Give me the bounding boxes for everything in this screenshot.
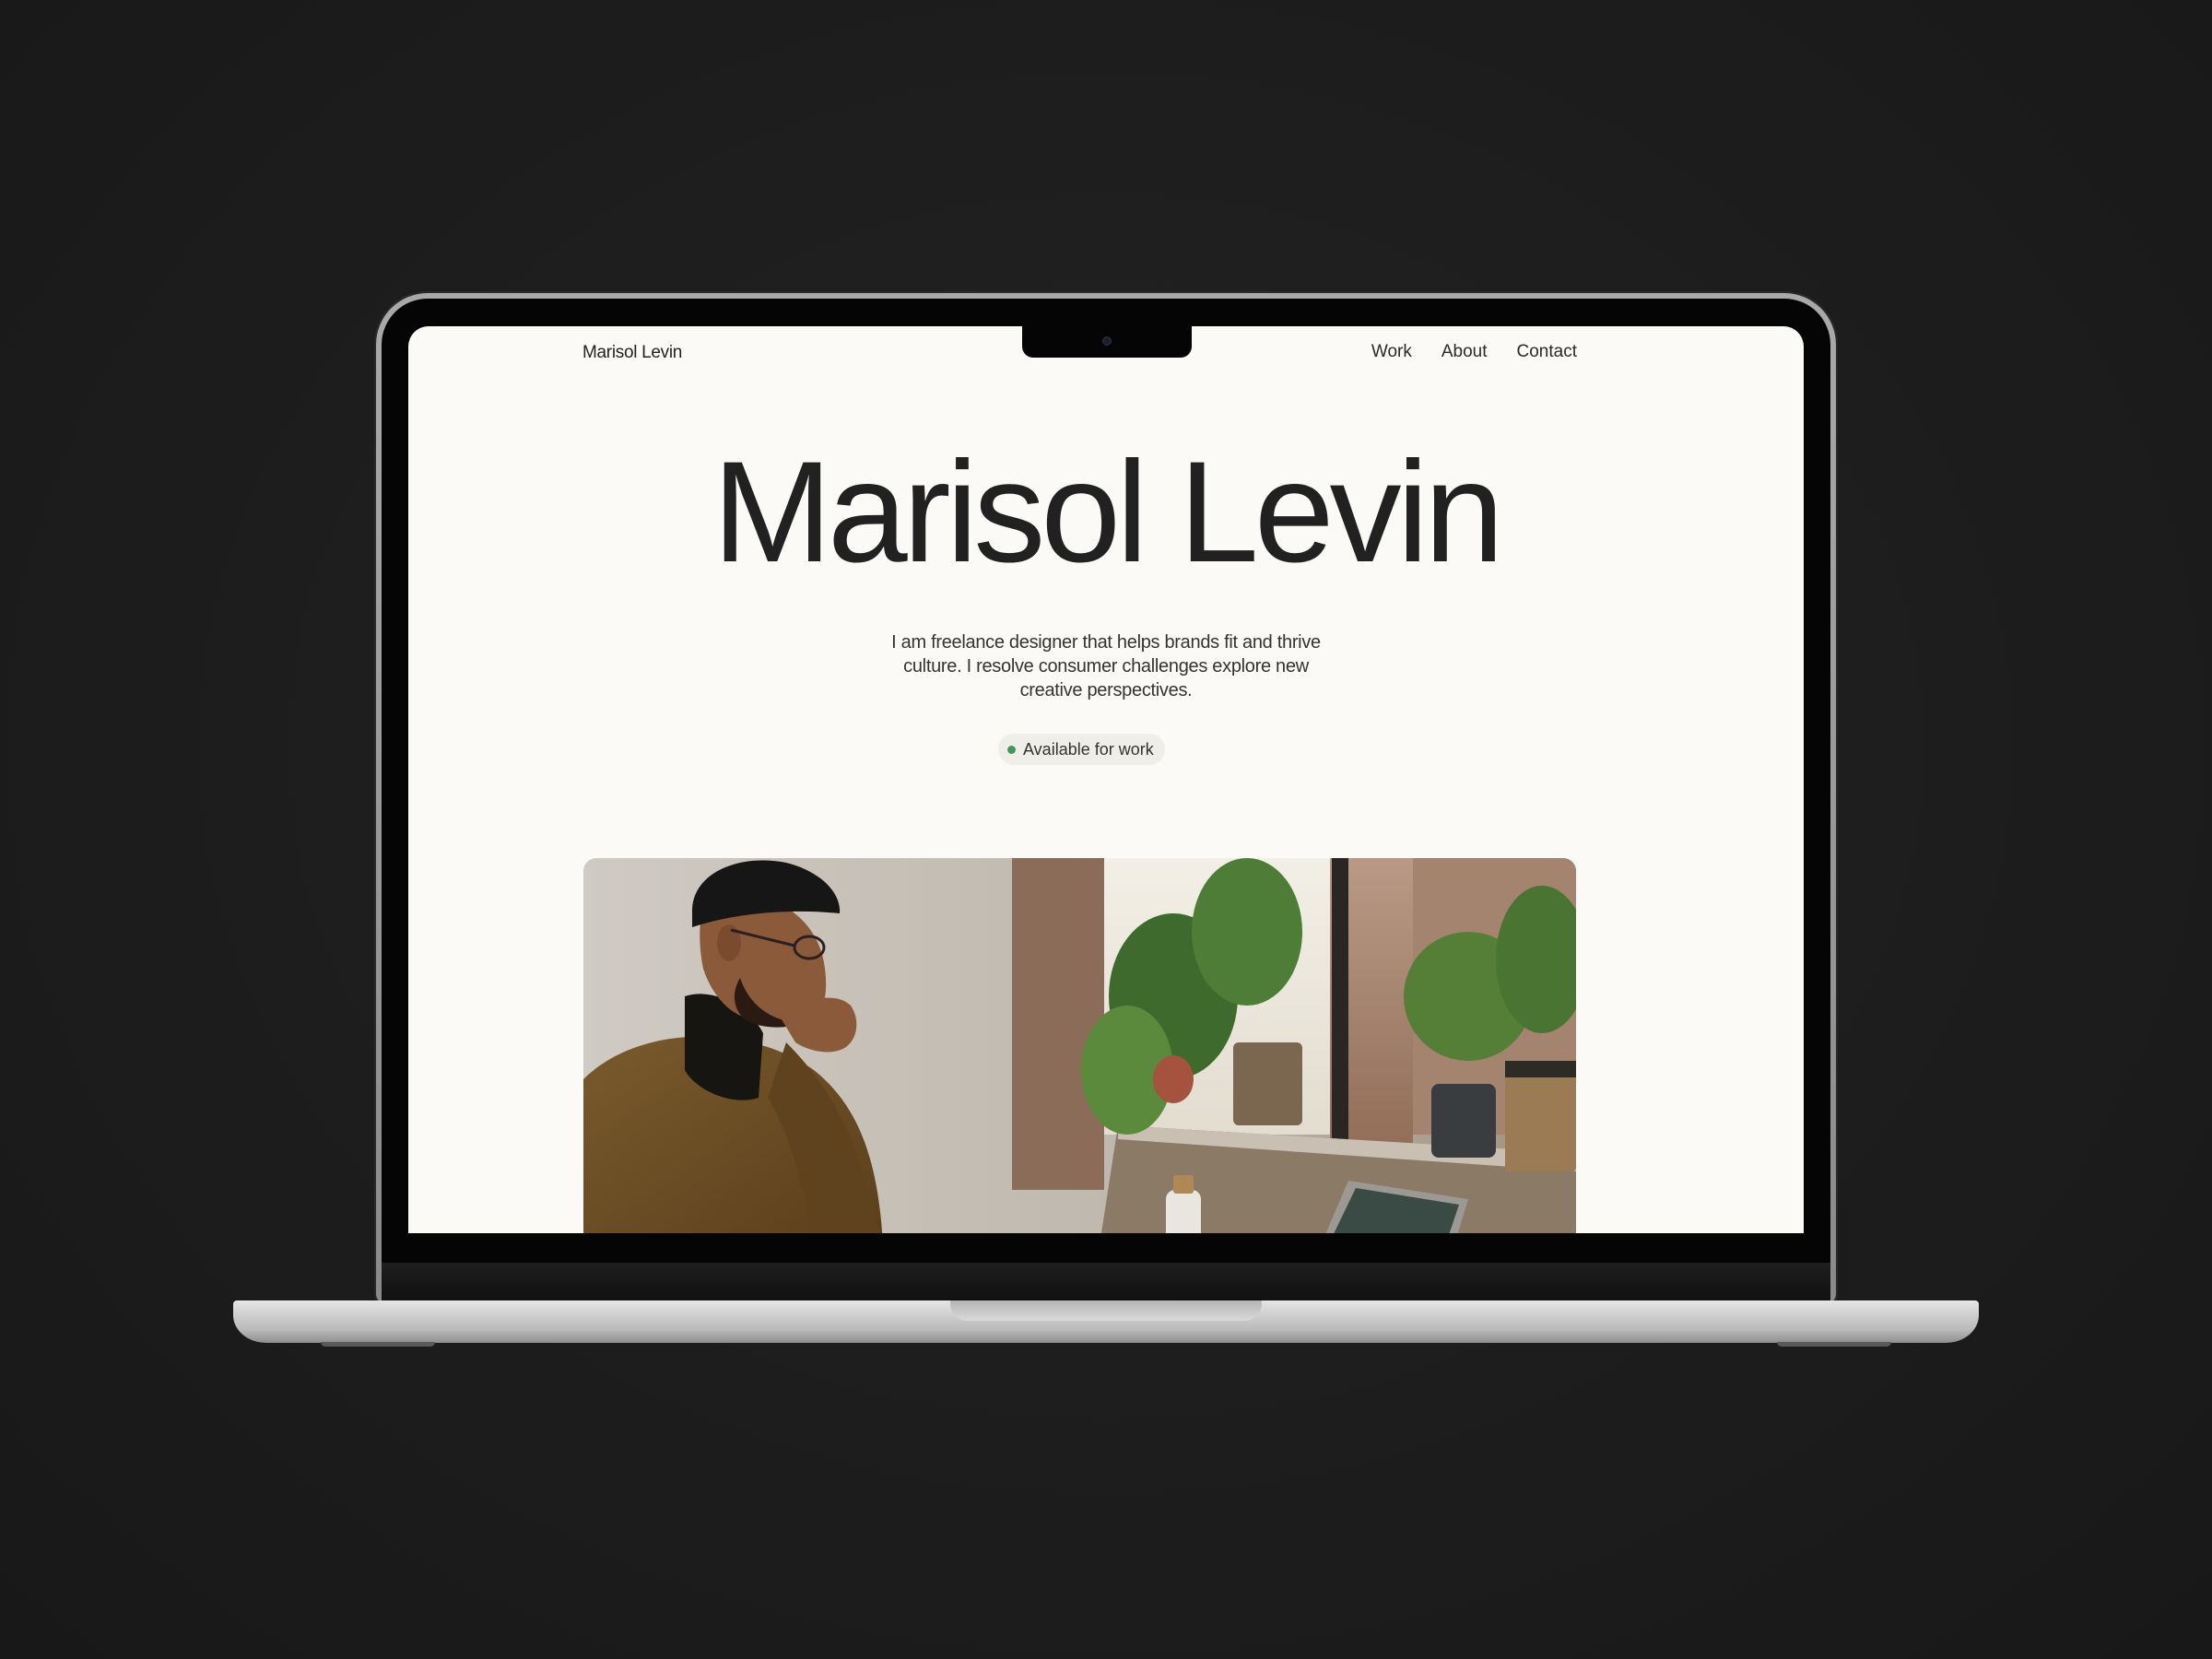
device-mockup: Marisol Levin Work About Contact Marisol…	[0, 0, 2212, 1659]
tagline-line: I am freelance designer that helps brand…	[891, 632, 1321, 653]
green-dot-icon	[1007, 745, 1016, 754]
tagline-line: culture. I resolve consumer challenges e…	[903, 656, 1309, 677]
nav-about[interactable]: About	[1441, 342, 1488, 362]
laptop-foot-left	[321, 1342, 435, 1347]
camera-icon	[1102, 336, 1112, 346]
portrait-photo-illustration	[583, 858, 1576, 1233]
camera-notch	[1022, 326, 1192, 358]
trackpad-notch	[950, 1300, 1262, 1321]
laptop-base	[233, 1300, 1979, 1343]
laptop-foot-right	[1777, 1342, 1891, 1347]
hero-photo	[583, 858, 1576, 1233]
hero-title: Marisol Levin	[712, 432, 1504, 593]
browser-viewport: Marisol Levin Work About Contact Marisol…	[408, 326, 1804, 1233]
nav-contact[interactable]: Contact	[1517, 342, 1577, 362]
availability-label: Available for work	[1023, 739, 1154, 759]
site-logo[interactable]: Marisol Levin	[582, 343, 682, 363]
main-nav: Work About Contact	[1371, 342, 1577, 362]
bezel-chin	[382, 1263, 1830, 1303]
nav-work[interactable]: Work	[1371, 342, 1412, 362]
availability-badge: Available for work	[998, 734, 1165, 765]
tagline-line: creative perspectives.	[1019, 680, 1193, 700]
hero-tagline: I am freelance designer that helps brand…	[830, 630, 1382, 702]
